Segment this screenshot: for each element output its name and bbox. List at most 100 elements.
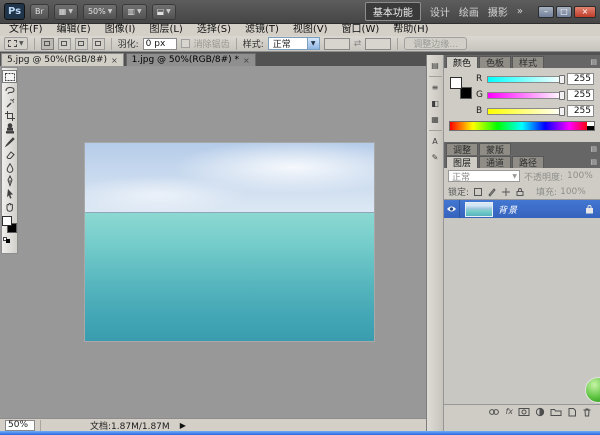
new-layer-icon[interactable] <box>567 407 577 417</box>
lock-pixels-icon[interactable] <box>486 186 497 197</box>
opacity-value[interactable]: 100% <box>567 171 593 181</box>
menu-filter[interactable]: 滤镜(T) <box>238 24 286 36</box>
foreground-color-swatch[interactable] <box>2 216 12 226</box>
layer-row-background[interactable]: 背景 <box>444 200 600 218</box>
close-button[interactable]: × <box>574 6 596 18</box>
workspace-essentials[interactable]: 基本功能 <box>365 2 421 21</box>
tool-preset-picker[interactable]: ▼ <box>4 37 28 50</box>
menu-layer[interactable]: 图层(L) <box>142 24 189 36</box>
canvas-area[interactable] <box>0 66 426 418</box>
panel-info-icon[interactable]: ◧ <box>429 98 442 109</box>
menu-select[interactable]: 选择(S) <box>190 24 238 36</box>
status-zoom-input[interactable]: 50% <box>5 420 35 431</box>
panel-menu-icon[interactable]: ▤ <box>590 158 600 168</box>
panel-character-icon[interactable]: A <box>429 136 442 147</box>
tab-swatches[interactable]: 色板 <box>479 56 511 68</box>
menu-image[interactable]: 图像(I) <box>98 24 143 36</box>
selection-new-button[interactable] <box>41 38 54 50</box>
fill-value[interactable]: 100% <box>560 187 586 197</box>
tab-channels[interactable]: 通道 <box>479 156 511 168</box>
tab-color[interactable]: 颜色 <box>446 56 478 68</box>
tab-adjustments[interactable]: 调整 <box>446 143 478 155</box>
green-value-input[interactable]: 255 <box>567 89 594 101</box>
red-slider[interactable] <box>487 76 563 83</box>
workspace-overflow-button[interactable]: » <box>517 6 523 17</box>
screen-mode-button[interactable]: ⬓▼ <box>152 4 176 20</box>
menu-edit[interactable]: 编辑(E) <box>50 24 98 36</box>
panel-navigator-icon[interactable]: ▦ <box>429 114 442 125</box>
tab-layers[interactable]: 图层 <box>446 156 478 168</box>
foreground-color-swatch[interactable] <box>450 77 462 89</box>
menu-window[interactable]: 窗口(W) <box>335 24 387 36</box>
panel-history-icon[interactable]: ▤ <box>429 60 442 71</box>
blur-tool[interactable] <box>2 161 17 174</box>
close-tab-icon[interactable]: × <box>111 56 118 65</box>
add-mask-icon[interactable] <box>518 407 530 417</box>
blue-value-input[interactable]: 255 <box>567 105 594 117</box>
pen-tool[interactable] <box>2 174 17 187</box>
blue-slider[interactable] <box>487 108 563 115</box>
red-value-input[interactable]: 255 <box>567 73 594 85</box>
layer-name[interactable]: 背景 <box>498 203 518 216</box>
slider-knob[interactable] <box>559 107 565 116</box>
panel-menu-icon[interactable]: ▤ <box>590 145 600 155</box>
document-tab-active[interactable]: 5.jpg @ 50%(RGB/8#) × <box>1 53 124 66</box>
width-input[interactable] <box>324 38 350 50</box>
launch-bridge-button[interactable]: Br <box>30 4 49 20</box>
menu-file[interactable]: 文件(F) <box>2 24 50 36</box>
rectangular-marquee-tool[interactable] <box>2 70 17 83</box>
panel-actions-icon[interactable]: ≡ <box>429 82 442 93</box>
menu-view[interactable]: 视图(V) <box>286 24 335 36</box>
adjustment-layer-icon[interactable] <box>535 407 545 417</box>
minimize-button[interactable]: – <box>538 6 554 18</box>
tab-paths[interactable]: 路径 <box>512 156 544 168</box>
style-select[interactable]: 正常 ▼ <box>268 37 320 50</box>
layer-style-icon[interactable]: fx <box>505 407 513 416</box>
black-swatch[interactable] <box>587 126 594 130</box>
selection-subtract-button[interactable] <box>75 38 88 50</box>
selection-add-button[interactable] <box>58 38 71 50</box>
eraser-tool[interactable] <box>2 148 17 161</box>
restore-button[interactable]: □ <box>556 6 572 18</box>
brush-tool[interactable] <box>2 135 17 148</box>
blend-mode-select[interactable]: 正常▼ <box>448 170 520 182</box>
path-selection-tool[interactable] <box>2 187 17 200</box>
new-group-icon[interactable] <box>550 407 562 417</box>
close-tab-icon[interactable]: × <box>243 56 250 65</box>
lock-position-icon[interactable] <box>500 186 511 197</box>
layer-thumbnail[interactable] <box>465 202 493 217</box>
height-input[interactable] <box>365 38 391 50</box>
green-slider[interactable] <box>487 92 563 99</box>
clone-stamp-tool[interactable] <box>2 122 17 135</box>
antialias-checkbox[interactable] <box>181 39 190 48</box>
workspace-painting[interactable]: 绘画 <box>459 4 479 19</box>
workspace-design[interactable]: 设计 <box>430 4 450 19</box>
view-extras-button[interactable]: ▦▼ <box>54 4 78 20</box>
hand-tool[interactable] <box>2 200 17 213</box>
tab-masks[interactable]: 蒙版 <box>479 143 511 155</box>
lock-transparency-icon[interactable] <box>472 186 483 197</box>
status-flyout-arrow-icon[interactable]: ▶ <box>180 421 186 430</box>
magic-wand-tool[interactable] <box>2 96 17 109</box>
arrange-documents-button[interactable]: ▥▼ <box>122 4 146 20</box>
document-image-ocean[interactable] <box>85 143 374 341</box>
crop-tool[interactable] <box>2 109 17 122</box>
selection-intersect-button[interactable] <box>92 38 105 50</box>
document-tab-inactive[interactable]: 1.jpg @ 50%(RGB/8#) * × <box>126 53 256 66</box>
panel-brushes-icon[interactable]: ✎ <box>429 152 442 163</box>
delete-layer-icon[interactable] <box>582 407 592 417</box>
visibility-toggle[interactable] <box>444 200 460 218</box>
workspace-photography[interactable]: 摄影 <box>488 4 508 19</box>
zoom-level-select[interactable]: 50%▼ <box>83 4 117 20</box>
lasso-tool[interactable] <box>2 83 17 96</box>
slider-knob[interactable] <box>559 91 565 100</box>
slider-knob[interactable] <box>559 75 565 84</box>
panel-menu-icon[interactable]: ▤ <box>590 58 600 68</box>
lock-all-icon[interactable] <box>514 186 525 197</box>
default-colors-icon[interactable] <box>3 237 10 243</box>
feather-input[interactable]: 0 px <box>143 38 177 50</box>
color-spectrum-ramp[interactable] <box>449 121 595 131</box>
menu-help[interactable]: 帮助(H) <box>386 24 435 36</box>
link-layers-icon[interactable] <box>488 407 500 417</box>
refine-edge-button[interactable]: 调整边缘… <box>404 37 467 50</box>
